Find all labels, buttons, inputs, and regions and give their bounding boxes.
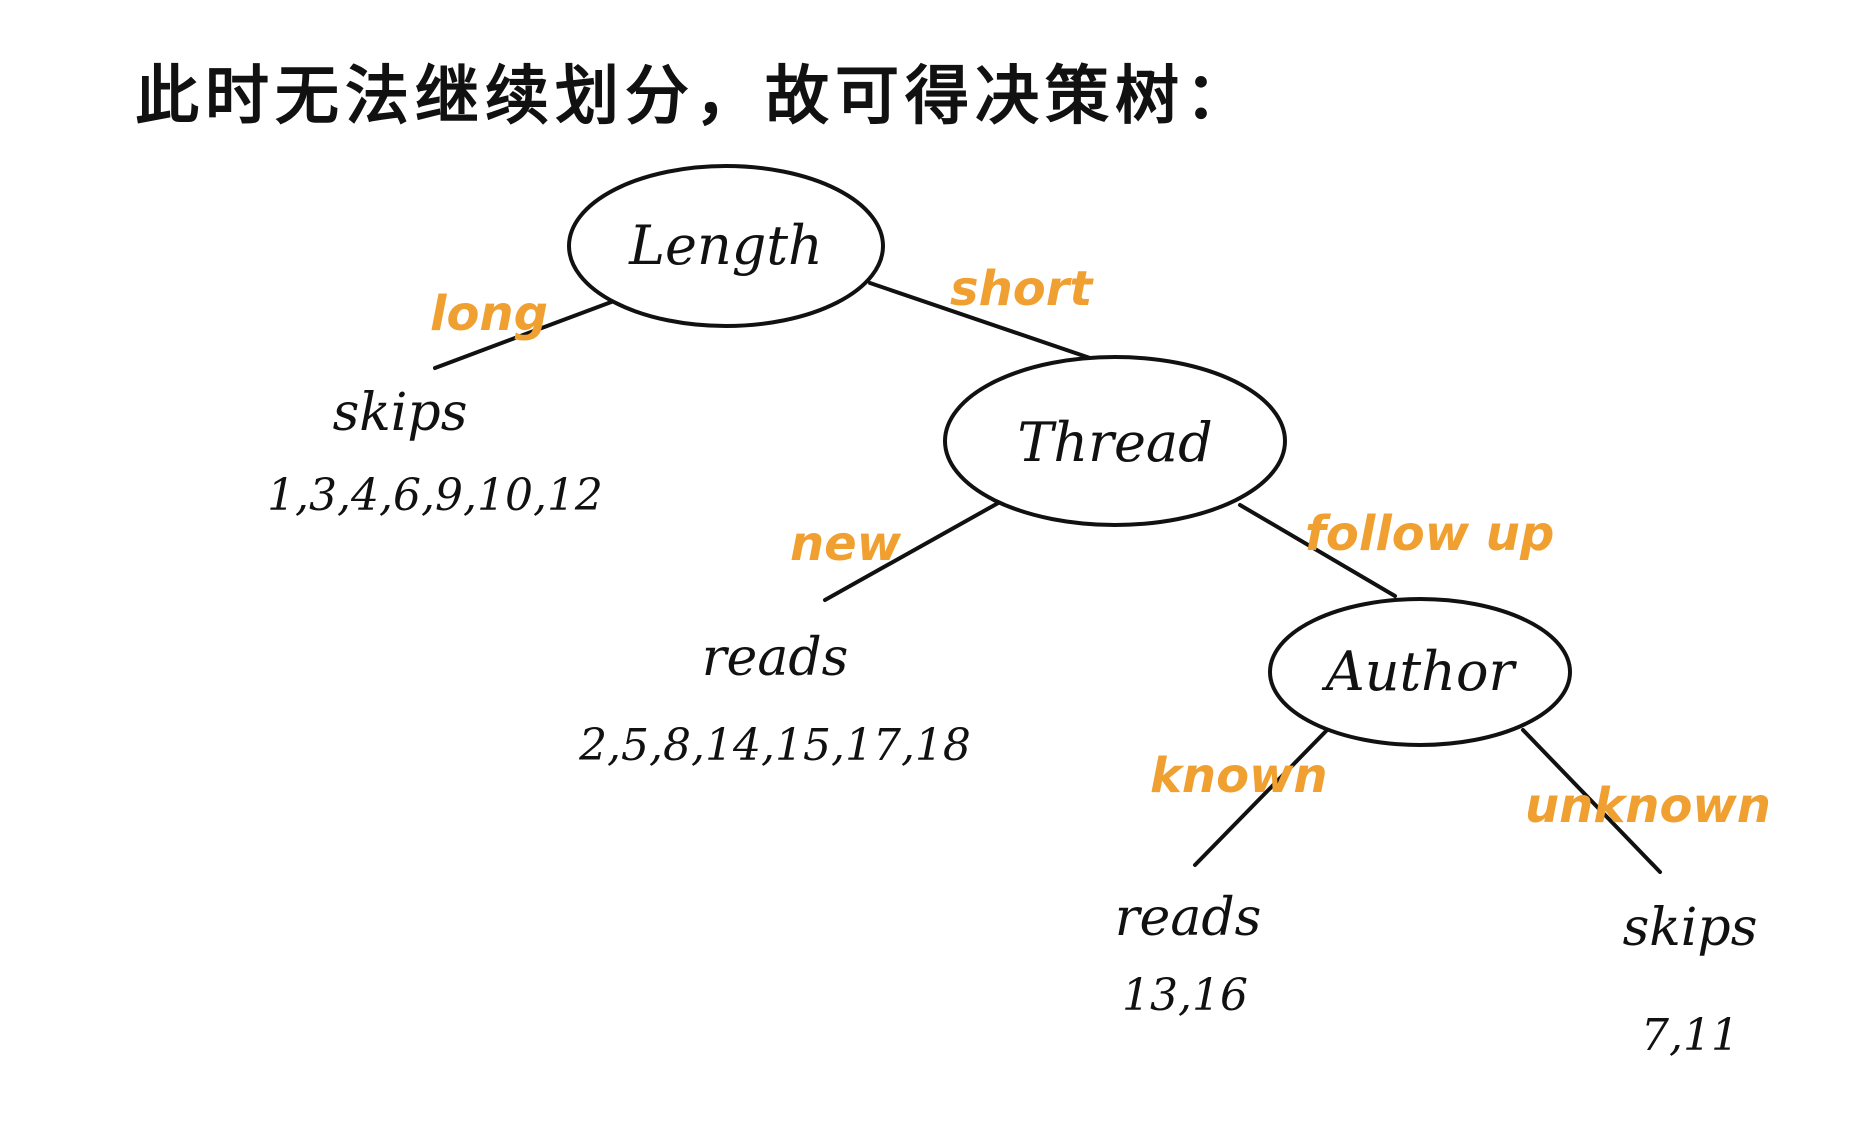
leaf-unknown-skips-ids: 7,11 — [1641, 1010, 1739, 1061]
edge-label-unknown: unknown — [1525, 778, 1771, 834]
node-author-label: Author — [1321, 640, 1518, 703]
leaf-unknown-skips: skips 7,11 — [1623, 898, 1758, 1061]
edge-label-short: short — [950, 261, 1094, 317]
node-length: Length — [567, 164, 885, 328]
leaf-known-reads: reads 13,16 — [1115, 888, 1262, 1021]
leaf-known-reads-label: reads — [1115, 888, 1262, 948]
node-length-label: Length — [628, 214, 823, 277]
leaf-new-reads-label: reads — [702, 628, 849, 688]
leaf-new-reads: reads 2,5,8,14,15,17,18 — [578, 628, 971, 771]
edge-label-new: new — [790, 516, 902, 572]
leaf-long-skips: skips 1,3,4,6,9,10,12 — [267, 383, 603, 521]
node-thread-label: Thread — [1017, 411, 1212, 474]
leaf-new-reads-ids: 2,5,8,14,15,17,18 — [578, 720, 971, 771]
decision-tree-diagram: 此时无法继续划分，故可得决策树： Length Thread Author lo… — [135, 60, 1771, 1061]
edge-label-known: known — [1150, 748, 1328, 804]
node-author: Author — [1268, 597, 1572, 747]
leaf-unknown-skips-label: skips — [1623, 898, 1758, 958]
leaf-known-reads-ids: 13,16 — [1122, 970, 1248, 1021]
leaf-long-skips-label: skips — [333, 383, 468, 443]
edge-label-follow-up: follow up — [1305, 506, 1554, 562]
leaf-long-skips-ids: 1,3,4,6,9,10,12 — [267, 470, 603, 521]
page-title: 此时无法继续划分，故可得决策树： — [135, 60, 1255, 134]
node-thread: Thread — [943, 355, 1287, 527]
edge-label-long: long — [430, 286, 548, 342]
